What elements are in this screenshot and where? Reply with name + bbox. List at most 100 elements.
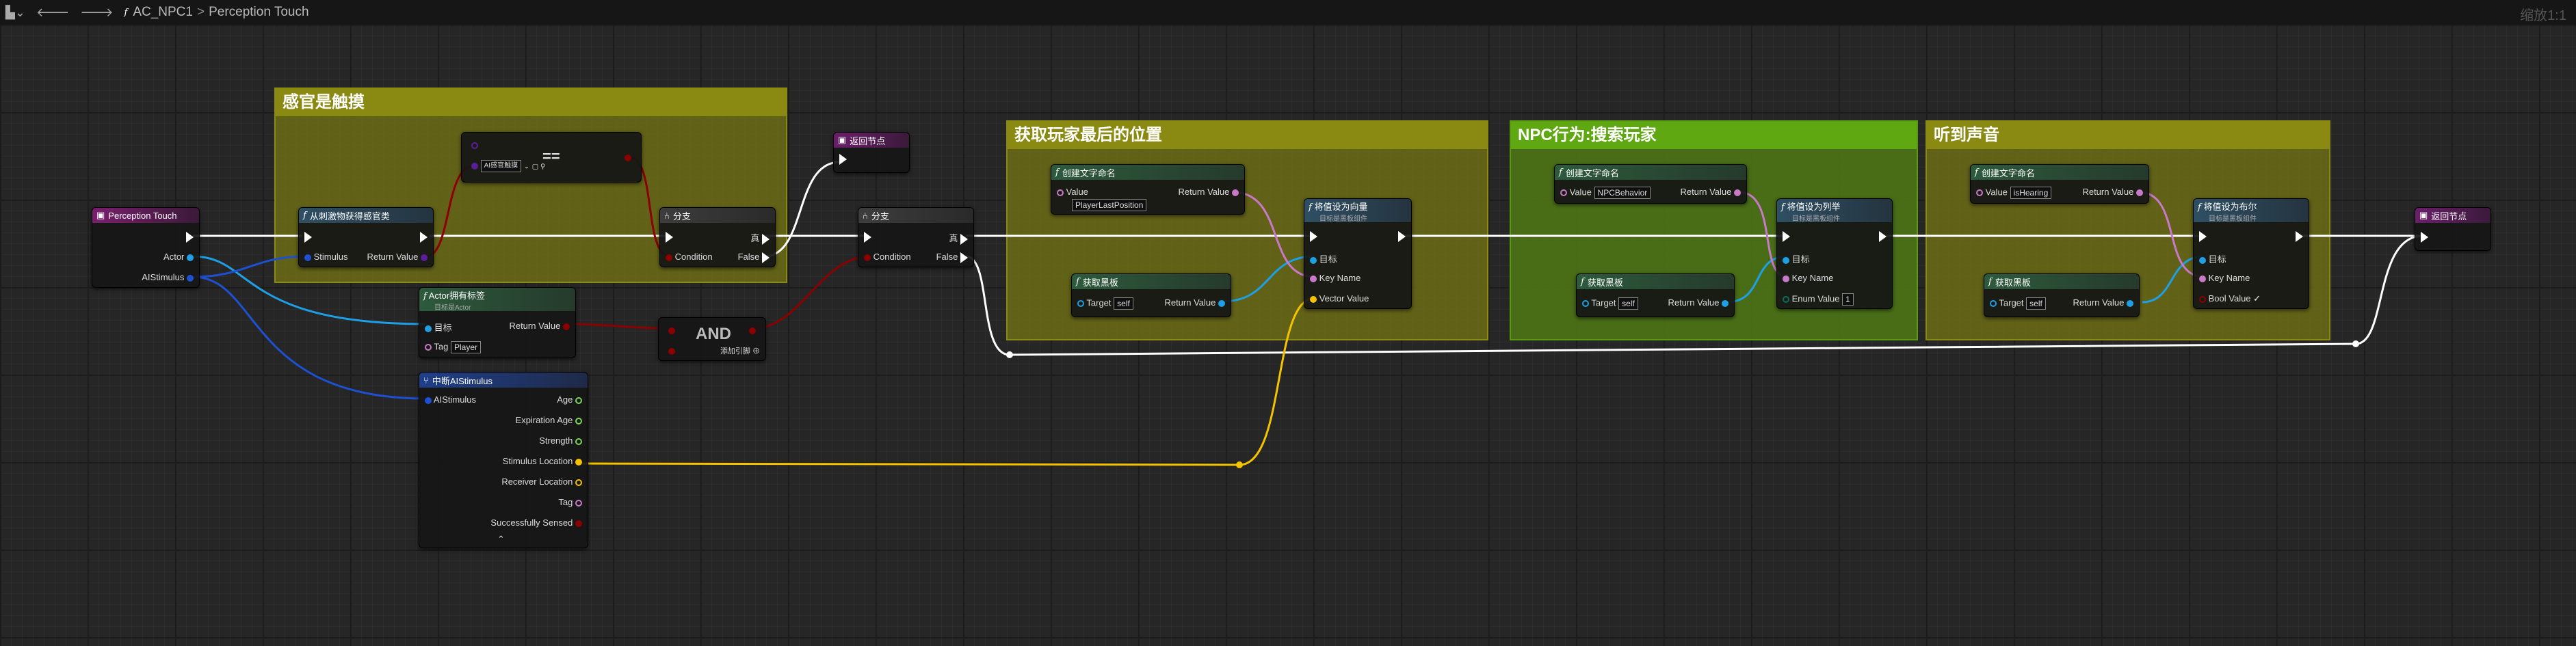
- function-icon: f: [2198, 202, 2201, 213]
- name-pin[interactable]: [1232, 189, 1239, 196]
- make-literal-name-node[interactable]: f 创建文字命名 Value PlayerLastPosition Return …: [1051, 164, 1245, 215]
- object-pin[interactable]: [2127, 299, 2133, 307]
- exec-in-pin[interactable]: [304, 231, 312, 243]
- vector-pin[interactable]: [1310, 295, 1317, 303]
- exec-in-pin[interactable]: [2199, 230, 2207, 242]
- exec-in-pin[interactable]: [1310, 230, 1317, 242]
- chevron-down-icon[interactable]: ⌄: [524, 163, 529, 170]
- tag-field[interactable]: Player: [450, 341, 481, 353]
- set-value-as-vector-node[interactable]: f 将值设为向量 目标是黑板组件 目标 Key Name Vector Value: [1304, 198, 1412, 309]
- float-pin[interactable]: [575, 417, 582, 425]
- float-pin[interactable]: [575, 396, 582, 404]
- vector-pin[interactable]: [575, 479, 582, 486]
- class-pin[interactable]: [421, 254, 428, 261]
- exec-out-pin[interactable]: [762, 233, 770, 245]
- name-pin[interactable]: [1560, 189, 1567, 196]
- exec-in-pin[interactable]: [2421, 231, 2428, 243]
- name-pin[interactable]: [425, 344, 432, 351]
- float-pin[interactable]: [575, 438, 582, 445]
- enum-value-field[interactable]: 1: [1842, 293, 1854, 306]
- name-pin[interactable]: [2199, 275, 2206, 282]
- object-pin[interactable]: [1582, 300, 1589, 307]
- exec-out-pin[interactable]: [960, 252, 968, 263]
- bool-pin[interactable]: [864, 254, 871, 261]
- bool-pin[interactable]: [563, 323, 570, 330]
- get-blackboard-node[interactable]: f 获取黑板 Target self Return Value: [1071, 273, 1231, 317]
- actor-has-tag-node[interactable]: f Actor拥有标签 目标是Actor 目标 Return Value Tag …: [419, 287, 576, 358]
- name-pin[interactable]: [1734, 189, 1741, 196]
- and-node[interactable]: AND 添加引脚 ⊕: [658, 317, 766, 361]
- add-pin-icon[interactable]: ⊕: [752, 347, 760, 355]
- name-pin[interactable]: [2136, 189, 2143, 196]
- set-value-as-enum-node[interactable]: f 将值设为列举 目标是黑板组件 目标 Key Name Enum Value 1: [1776, 198, 1893, 309]
- make-literal-name-node[interactable]: f 创建文字命名 Value isHearing Return Value: [1970, 164, 2149, 204]
- back-arrow-icon[interactable]: 🡐: [31, 5, 75, 20]
- struct-pin[interactable]: [425, 396, 432, 404]
- get-blackboard-node[interactable]: f 获取黑板 Target self Return Value: [1576, 273, 1735, 317]
- blueprint-menu-icon[interactable]: ▙⌄: [0, 5, 31, 20]
- object-pin[interactable]: [1218, 299, 1225, 307]
- add-pin-label[interactable]: 添加引脚: [720, 347, 750, 355]
- name-pin[interactable]: [1976, 189, 1983, 196]
- forward-arrow-icon[interactable]: 🡒: [75, 5, 118, 20]
- exec-in-pin[interactable]: [1783, 230, 1790, 242]
- exec-out-pin[interactable]: [762, 252, 770, 263]
- name-value-field[interactable]: isHearing: [2010, 187, 2052, 199]
- bool-pin[interactable]: [749, 327, 756, 334]
- class-pin[interactable]: [471, 163, 478, 170]
- sense-dropdown[interactable]: AI感官触摸: [480, 160, 522, 172]
- target-field[interactable]: self: [1114, 297, 1133, 310]
- struct-pin[interactable]: [187, 274, 194, 282]
- object-pin[interactable]: [425, 325, 432, 332]
- bool-pin[interactable]: [668, 327, 675, 334]
- object-pin[interactable]: [1990, 300, 1997, 307]
- return-node[interactable]: ▣ 返回节点: [833, 132, 910, 173]
- bool-pin[interactable]: [575, 520, 582, 527]
- exec-out-pin[interactable]: [1879, 230, 1887, 242]
- bool-pin[interactable]: [625, 154, 631, 161]
- exec-out-pin[interactable]: [1398, 230, 1406, 242]
- bool-checkbox[interactable]: ✓: [2253, 293, 2261, 304]
- name-pin[interactable]: [1783, 275, 1789, 282]
- exec-in-pin[interactable]: [864, 231, 871, 243]
- function-entry-node[interactable]: ▣ Perception Touch Actor AIStimulus: [92, 207, 200, 288]
- object-pin[interactable]: [1722, 299, 1729, 307]
- class-pin[interactable]: [471, 142, 478, 149]
- target-field[interactable]: self: [1618, 297, 1638, 310]
- object-pin[interactable]: [1077, 300, 1084, 307]
- name-pin[interactable]: [1057, 189, 1064, 196]
- object-pin[interactable]: [2199, 256, 2206, 264]
- branch-node[interactable]: ⑃ 分支 真 Condition False: [858, 207, 974, 267]
- exec-in-pin[interactable]: [839, 153, 847, 165]
- exec-out-pin[interactable]: [2296, 230, 2303, 242]
- name-value-field[interactable]: NPCBehavior: [1594, 187, 1651, 199]
- bool-pin[interactable]: [666, 254, 672, 261]
- equal-node[interactable]: AI感官触摸 ⌄ ▢ ⚲ ==: [461, 132, 642, 183]
- bool-pin[interactable]: [2199, 295, 2206, 303]
- collapse-chevron-icon[interactable]: ⌃: [497, 534, 505, 545]
- make-literal-name-node[interactable]: f 创建文字命名 Value NPCBehavior Return Value: [1554, 164, 1747, 204]
- get-blackboard-node[interactable]: f 获取黑板 Target self Return Value: [1984, 273, 2140, 317]
- breadcrumb-function[interactable]: Perception Touch: [209, 5, 308, 20]
- breadcrumb-blueprint[interactable]: AC_NPC1: [133, 5, 193, 20]
- exec-out-pin[interactable]: [186, 231, 194, 243]
- object-pin[interactable]: [1310, 256, 1317, 264]
- target-field[interactable]: self: [2026, 297, 2046, 310]
- struct-pin[interactable]: [304, 254, 311, 261]
- name-value-field[interactable]: PlayerLastPosition: [1072, 199, 1147, 211]
- return-node[interactable]: ▣ 返回节点: [2415, 207, 2491, 251]
- name-pin[interactable]: [1310, 275, 1317, 282]
- set-value-as-bool-node[interactable]: f 将值设为布尔 目标是黑板组件 目标 Key Name Bool Value ✓: [2193, 198, 2309, 309]
- break-aistimulus-node[interactable]: ⑂ 中断AIStimulus AIStimulus Age Expiration …: [419, 372, 588, 548]
- exec-out-pin[interactable]: [960, 233, 968, 245]
- object-pin[interactable]: [187, 254, 194, 261]
- exec-out-pin[interactable]: [420, 231, 428, 243]
- get-sense-class-node[interactable]: f 从刺激物获得感官类 Stimulus Return Value: [298, 207, 434, 267]
- vector-pin[interactable]: [575, 458, 582, 466]
- byte-pin[interactable]: [1783, 296, 1789, 303]
- object-pin[interactable]: [1783, 256, 1789, 264]
- name-pin[interactable]: [575, 499, 582, 507]
- branch-node[interactable]: ⑃ 分支 真 Condition False: [659, 207, 776, 267]
- bool-pin[interactable]: [668, 347, 675, 355]
- exec-in-pin[interactable]: [666, 231, 673, 243]
